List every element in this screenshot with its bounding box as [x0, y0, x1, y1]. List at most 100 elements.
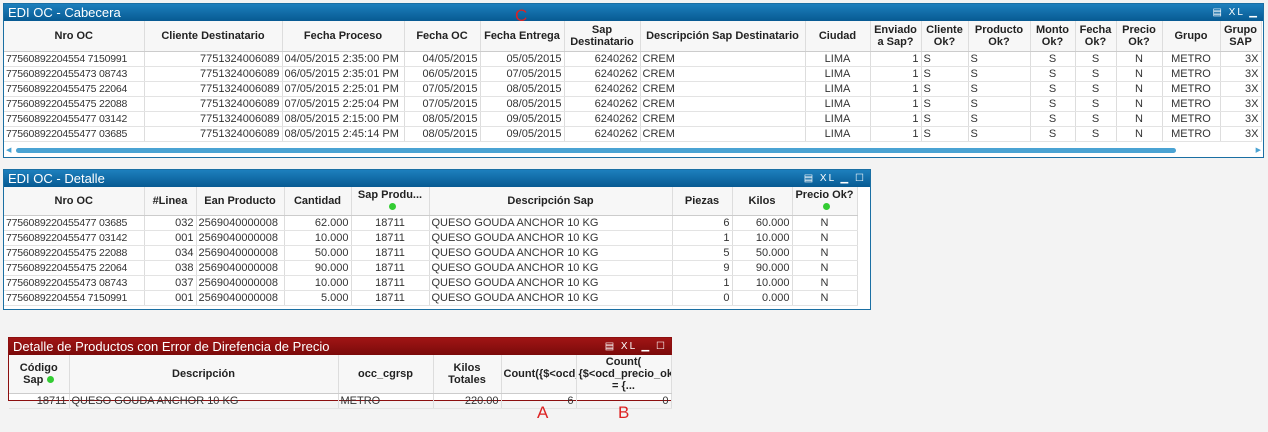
table-cell[interactable]: CREM: [640, 51, 806, 67]
column-header[interactable]: Ean Producto: [196, 187, 285, 216]
table-cell[interactable]: 1: [870, 81, 922, 97]
scrollbar-thumb[interactable]: [16, 148, 1176, 153]
table-cell[interactable]: 6240262: [564, 51, 641, 67]
table-cell[interactable]: CREM: [640, 66, 806, 82]
table-cell[interactable]: 90.000: [284, 260, 352, 276]
table-cell[interactable]: N: [1116, 96, 1163, 112]
table-cell[interactable]: 5: [672, 245, 733, 261]
table-cell[interactable]: 18711: [351, 275, 430, 291]
table-cell[interactable]: 1: [672, 275, 733, 291]
table-cell[interactable]: 1: [870, 126, 922, 142]
table-cell[interactable]: CREM: [640, 111, 806, 127]
table-cell[interactable]: 77560892204554 7150991: [4, 290, 145, 306]
table-cell[interactable]: 038: [144, 260, 197, 276]
table-cell[interactable]: S: [1030, 126, 1076, 142]
table-cell[interactable]: QUESO GOUDA ANCHOR 10 KG: [429, 215, 673, 231]
table-cell[interactable]: 06/05/2015: [404, 66, 481, 82]
table-cell[interactable]: 6240262: [564, 81, 641, 97]
table-cell[interactable]: N: [1116, 51, 1163, 67]
table-cell[interactable]: 77560892204554 7150991: [4, 51, 145, 67]
error-title-bar[interactable]: Detalle de Productos con Error de Direfe…: [9, 338, 671, 355]
table-cell[interactable]: 08/05/2015 2:45:14 PM: [282, 126, 405, 142]
table-cell[interactable]: 1: [870, 111, 922, 127]
table-cell[interactable]: 1: [870, 66, 922, 82]
column-header[interactable]: Count( {$<ocd_precio_ok = {...: [576, 355, 672, 394]
table-cell[interactable]: 18711: [351, 260, 430, 276]
table-cell[interactable]: S: [968, 126, 1031, 142]
table-cell[interactable]: S: [921, 51, 969, 67]
table-cell[interactable]: CREM: [640, 126, 806, 142]
table-row[interactable]: 7756089220455475 22064 038 2569040000008 90…: [4, 260, 858, 276]
column-header[interactable]: Sap Produ...: [351, 187, 430, 216]
table-cell[interactable]: METRO: [1162, 111, 1221, 127]
table-cell[interactable]: 06/05/2015 2:35:01 PM: [282, 66, 405, 82]
table-cell[interactable]: 08/05/2015: [404, 126, 481, 142]
table-row[interactable]: 7756089220455475 22064 7751324006089 07/05…: [4, 81, 1262, 97]
column-header[interactable]: Grupo: [1162, 21, 1221, 52]
table-cell[interactable]: 09/05/2015: [480, 111, 565, 127]
table-cell[interactable]: S: [968, 96, 1031, 112]
table-cell[interactable]: 18711: [351, 245, 430, 261]
column-header[interactable]: Precio Ok?: [792, 187, 858, 216]
table-row[interactable]: 7756089220455477 03685 032 2569040000008 62…: [4, 215, 858, 231]
column-header[interactable]: Enviado a Sap?: [870, 21, 922, 52]
table-row[interactable]: 7756089220455473 08743 037 2569040000008 10…: [4, 275, 858, 291]
table-cell[interactable]: METRO: [1162, 81, 1221, 97]
table-cell[interactable]: METRO: [1162, 126, 1221, 142]
column-header[interactable]: Descripción Sap Destinatario: [640, 21, 806, 52]
table-cell[interactable]: 10.000: [732, 230, 793, 246]
table-cell[interactable]: 62.000: [284, 215, 352, 231]
table-cell[interactable]: S: [1030, 81, 1076, 97]
table-cell[interactable]: N: [1116, 111, 1163, 127]
table-cell[interactable]: S: [968, 51, 1031, 67]
table-cell[interactable]: 7751324006089: [144, 126, 283, 142]
table-row[interactable]: 7756089220455477 03685 7751324006089 08/05…: [4, 126, 1262, 142]
table-cell[interactable]: 05/05/2015: [480, 51, 565, 67]
table-cell[interactable]: 50.000: [284, 245, 352, 261]
column-header[interactable]: Fecha Ok?: [1075, 21, 1117, 52]
table-cell[interactable]: 7756089220455475 22088: [4, 96, 145, 112]
table-cell[interactable]: METRO: [1162, 96, 1221, 112]
table-cell[interactable]: S: [1075, 81, 1117, 97]
table-cell[interactable]: LIMA: [805, 111, 871, 127]
table-cell[interactable]: 2569040000008: [196, 230, 285, 246]
column-header[interactable]: Descripción: [69, 355, 339, 394]
table-cell[interactable]: 60.000: [732, 215, 793, 231]
table-cell[interactable]: S: [1075, 96, 1117, 112]
table-cell[interactable]: 07/05/2015: [404, 96, 481, 112]
table-cell[interactable]: 18711: [351, 230, 430, 246]
table-row[interactable]: 77560892204554 7150991 7751324006089 04/05…: [4, 51, 1262, 67]
column-header[interactable]: Sap Destinatario: [564, 21, 641, 52]
column-header[interactable]: Monto Ok?: [1030, 21, 1076, 52]
column-header[interactable]: Kilos: [732, 187, 793, 216]
table-cell[interactable]: S: [1075, 51, 1117, 67]
table-cell[interactable]: 07/05/2015 2:25:01 PM: [282, 81, 405, 97]
table-cell[interactable]: N: [792, 260, 858, 276]
table-cell[interactable]: QUESO GOUDA ANCHOR 10 KG: [429, 245, 673, 261]
table-cell[interactable]: 04/05/2015 2:35:00 PM: [282, 51, 405, 67]
table-cell[interactable]: 7751324006089: [144, 81, 283, 97]
table-cell[interactable]: 001: [144, 290, 197, 306]
table-cell[interactable]: 08/05/2015 2:15:00 PM: [282, 111, 405, 127]
table-row[interactable]: 18711 QUESO GOUDA ANCHOR 10 KG METRO 220.00…: [9, 393, 672, 409]
column-header[interactable]: Ciudad: [805, 21, 871, 52]
column-header[interactable]: Descripción Sap: [429, 187, 673, 216]
scroll-right-icon[interactable]: ▶: [1256, 146, 1261, 154]
table-cell[interactable]: 08/05/2015: [480, 81, 565, 97]
table-cell[interactable]: 6240262: [564, 96, 641, 112]
table-row[interactable]: 7756089220455473 08743 7751324006089 06/05…: [4, 66, 1262, 82]
table-cell[interactable]: 3X: [1220, 96, 1262, 112]
table-cell[interactable]: 07/05/2015 2:25:04 PM: [282, 96, 405, 112]
column-header[interactable]: Cliente Destinatario: [144, 21, 283, 52]
table-cell[interactable]: LIMA: [805, 51, 871, 67]
table-cell[interactable]: 7756089220455477 03142: [4, 230, 145, 246]
table-cell[interactable]: 08/05/2015: [480, 96, 565, 112]
table-cell[interactable]: 08/05/2015: [404, 111, 481, 127]
table-cell[interactable]: 7756089220455473 08743: [4, 66, 145, 82]
table-cell[interactable]: S: [921, 66, 969, 82]
table-cell[interactable]: S: [968, 66, 1031, 82]
table-cell[interactable]: QUESO GOUDA ANCHOR 10 KG: [69, 393, 339, 409]
table-cell[interactable]: S: [1030, 66, 1076, 82]
column-header[interactable]: Cantidad: [284, 187, 352, 216]
table-cell[interactable]: 9: [672, 260, 733, 276]
